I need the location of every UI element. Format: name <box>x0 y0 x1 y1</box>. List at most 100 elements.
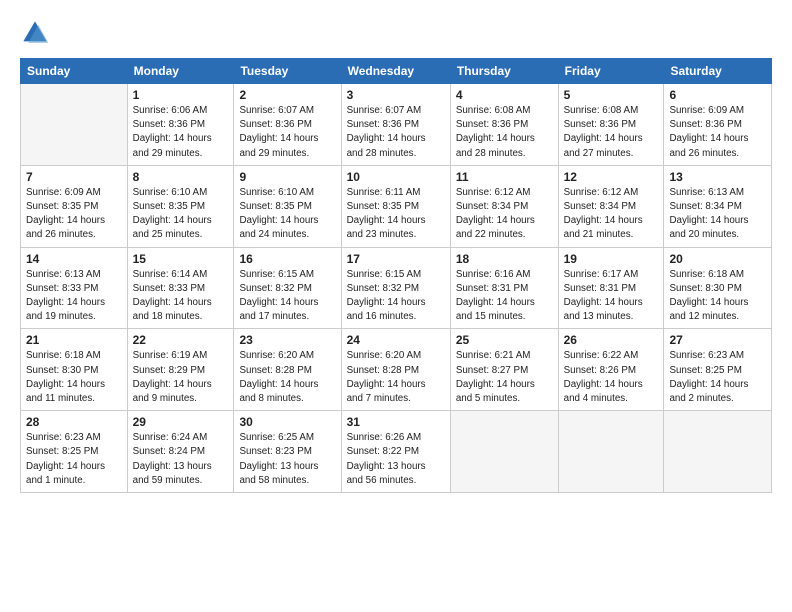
day-info: Sunrise: 6:21 AM Sunset: 8:27 PM Dayligh… <box>456 349 553 406</box>
day-number: 15 <box>133 252 229 266</box>
day-info: Sunrise: 6:09 AM Sunset: 8:36 PM Dayligh… <box>669 104 766 161</box>
day-info: Sunrise: 6:13 AM Sunset: 8:33 PM Dayligh… <box>26 268 122 325</box>
weekday-thursday: Thursday <box>450 59 558 84</box>
day-number: 30 <box>239 415 335 429</box>
day-info: Sunrise: 6:24 AM Sunset: 8:24 PM Dayligh… <box>133 431 229 488</box>
day-cell: 29 Sunrise: 6:24 AM Sunset: 8:24 PM Dayli… <box>127 411 234 493</box>
day-cell: 16 Sunrise: 6:15 AM Sunset: 8:32 PM Dayli… <box>234 247 341 329</box>
logo-icon <box>20 18 50 48</box>
day-cell: 23 Sunrise: 6:20 AM Sunset: 8:28 PM Dayli… <box>234 329 341 411</box>
day-info: Sunrise: 6:08 AM Sunset: 8:36 PM Dayligh… <box>564 104 659 161</box>
day-info: Sunrise: 6:23 AM Sunset: 8:25 PM Dayligh… <box>26 431 122 488</box>
day-cell <box>21 84 128 166</box>
day-info: Sunrise: 6:15 AM Sunset: 8:32 PM Dayligh… <box>239 268 335 325</box>
day-number: 11 <box>456 170 553 184</box>
week-row-5: 28Sunrise: 6:23 AM Sunset: 8:25 PM Dayli… <box>21 411 772 493</box>
day-cell <box>664 411 772 493</box>
day-number: 16 <box>239 252 335 266</box>
day-cell: 31Sunrise: 6:26 AM Sunset: 8:22 PM Dayli… <box>341 411 450 493</box>
weekday-header-row: SundayMondayTuesdayWednesdayThursdayFrid… <box>21 59 772 84</box>
day-cell: 6 Sunrise: 6:09 AM Sunset: 8:36 PM Daylig… <box>664 84 772 166</box>
day-info: Sunrise: 6:19 AM Sunset: 8:29 PM Dayligh… <box>133 349 229 406</box>
day-cell: 19Sunrise: 6:17 AM Sunset: 8:31 PM Dayli… <box>558 247 664 329</box>
day-info: Sunrise: 6:18 AM Sunset: 8:30 PM Dayligh… <box>669 268 766 325</box>
day-cell: 21Sunrise: 6:18 AM Sunset: 8:30 PM Dayli… <box>21 329 128 411</box>
day-number: 13 <box>669 170 766 184</box>
day-info: Sunrise: 6:06 AM Sunset: 8:36 PM Dayligh… <box>133 104 229 161</box>
day-number: 7 <box>26 170 122 184</box>
page: SundayMondayTuesdayWednesdayThursdayFrid… <box>0 0 792 612</box>
day-cell: 28Sunrise: 6:23 AM Sunset: 8:25 PM Dayli… <box>21 411 128 493</box>
weekday-sunday: Sunday <box>21 59 128 84</box>
day-info: Sunrise: 6:12 AM Sunset: 8:34 PM Dayligh… <box>456 186 553 243</box>
logo <box>20 18 54 48</box>
day-info: Sunrise: 6:10 AM Sunset: 8:35 PM Dayligh… <box>133 186 229 243</box>
day-cell: 17 Sunrise: 6:15 AM Sunset: 8:32 PM Dayli… <box>341 247 450 329</box>
day-info: Sunrise: 6:16 AM Sunset: 8:31 PM Dayligh… <box>456 268 553 325</box>
weekday-saturday: Saturday <box>664 59 772 84</box>
day-cell: 5 Sunrise: 6:08 AM Sunset: 8:36 PM Daylig… <box>558 84 664 166</box>
day-cell: 18Sunrise: 6:16 AM Sunset: 8:31 PM Dayli… <box>450 247 558 329</box>
day-number: 22 <box>133 333 229 347</box>
day-cell: 13 Sunrise: 6:13 AM Sunset: 8:34 PM Dayli… <box>664 165 772 247</box>
day-cell: 11 Sunrise: 6:12 AM Sunset: 8:34 PM Dayli… <box>450 165 558 247</box>
day-number: 4 <box>456 88 553 102</box>
day-cell: 27 Sunrise: 6:23 AM Sunset: 8:25 PM Dayli… <box>664 329 772 411</box>
day-info: Sunrise: 6:11 AM Sunset: 8:35 PM Dayligh… <box>347 186 445 243</box>
day-cell: 26Sunrise: 6:22 AM Sunset: 8:26 PM Dayli… <box>558 329 664 411</box>
day-number: 3 <box>347 88 445 102</box>
day-number: 25 <box>456 333 553 347</box>
day-info: Sunrise: 6:12 AM Sunset: 8:34 PM Dayligh… <box>564 186 659 243</box>
day-info: Sunrise: 6:20 AM Sunset: 8:28 PM Dayligh… <box>347 349 445 406</box>
day-number: 24 <box>347 333 445 347</box>
day-cell: 25 Sunrise: 6:21 AM Sunset: 8:27 PM Dayli… <box>450 329 558 411</box>
day-info: Sunrise: 6:07 AM Sunset: 8:36 PM Dayligh… <box>347 104 445 161</box>
day-number: 10 <box>347 170 445 184</box>
week-row-3: 14 Sunrise: 6:13 AM Sunset: 8:33 PM Dayli… <box>21 247 772 329</box>
week-row-1: 1Sunrise: 6:06 AM Sunset: 8:36 PM Daylig… <box>21 84 772 166</box>
day-info: Sunrise: 6:13 AM Sunset: 8:34 PM Dayligh… <box>669 186 766 243</box>
day-cell: 24 Sunrise: 6:20 AM Sunset: 8:28 PM Dayli… <box>341 329 450 411</box>
day-cell: 12 Sunrise: 6:12 AM Sunset: 8:34 PM Dayli… <box>558 165 664 247</box>
week-row-4: 21Sunrise: 6:18 AM Sunset: 8:30 PM Dayli… <box>21 329 772 411</box>
day-number: 19 <box>564 252 659 266</box>
day-number: 17 <box>347 252 445 266</box>
day-cell: 8 Sunrise: 6:10 AM Sunset: 8:35 PM Daylig… <box>127 165 234 247</box>
calendar-table: SundayMondayTuesdayWednesdayThursdayFrid… <box>20 58 772 493</box>
day-info: Sunrise: 6:09 AM Sunset: 8:35 PM Dayligh… <box>26 186 122 243</box>
day-cell: 30 Sunrise: 6:25 AM Sunset: 8:23 PM Dayli… <box>234 411 341 493</box>
day-number: 29 <box>133 415 229 429</box>
day-number: 27 <box>669 333 766 347</box>
day-number: 14 <box>26 252 122 266</box>
day-info: Sunrise: 6:08 AM Sunset: 8:36 PM Dayligh… <box>456 104 553 161</box>
day-number: 2 <box>239 88 335 102</box>
day-cell: 7 Sunrise: 6:09 AM Sunset: 8:35 PM Daylig… <box>21 165 128 247</box>
day-info: Sunrise: 6:26 AM Sunset: 8:22 PM Dayligh… <box>347 431 445 488</box>
day-number: 20 <box>669 252 766 266</box>
week-row-2: 7 Sunrise: 6:09 AM Sunset: 8:35 PM Daylig… <box>21 165 772 247</box>
day-cell: 15 Sunrise: 6:14 AM Sunset: 8:33 PM Dayli… <box>127 247 234 329</box>
day-number: 21 <box>26 333 122 347</box>
weekday-friday: Friday <box>558 59 664 84</box>
day-cell: 2Sunrise: 6:07 AM Sunset: 8:36 PM Daylig… <box>234 84 341 166</box>
day-number: 8 <box>133 170 229 184</box>
day-number: 26 <box>564 333 659 347</box>
day-info: Sunrise: 6:20 AM Sunset: 8:28 PM Dayligh… <box>239 349 335 406</box>
day-info: Sunrise: 6:15 AM Sunset: 8:32 PM Dayligh… <box>347 268 445 325</box>
day-info: Sunrise: 6:14 AM Sunset: 8:33 PM Dayligh… <box>133 268 229 325</box>
header <box>20 18 772 48</box>
day-number: 23 <box>239 333 335 347</box>
day-cell: 3 Sunrise: 6:07 AM Sunset: 8:36 PM Daylig… <box>341 84 450 166</box>
day-cell <box>450 411 558 493</box>
day-number: 12 <box>564 170 659 184</box>
weekday-monday: Monday <box>127 59 234 84</box>
weekday-tuesday: Tuesday <box>234 59 341 84</box>
day-cell: 14 Sunrise: 6:13 AM Sunset: 8:33 PM Dayli… <box>21 247 128 329</box>
day-cell: 20 Sunrise: 6:18 AM Sunset: 8:30 PM Dayli… <box>664 247 772 329</box>
day-number: 6 <box>669 88 766 102</box>
day-cell: 9Sunrise: 6:10 AM Sunset: 8:35 PM Daylig… <box>234 165 341 247</box>
day-info: Sunrise: 6:23 AM Sunset: 8:25 PM Dayligh… <box>669 349 766 406</box>
day-info: Sunrise: 6:25 AM Sunset: 8:23 PM Dayligh… <box>239 431 335 488</box>
weekday-wednesday: Wednesday <box>341 59 450 84</box>
day-number: 5 <box>564 88 659 102</box>
